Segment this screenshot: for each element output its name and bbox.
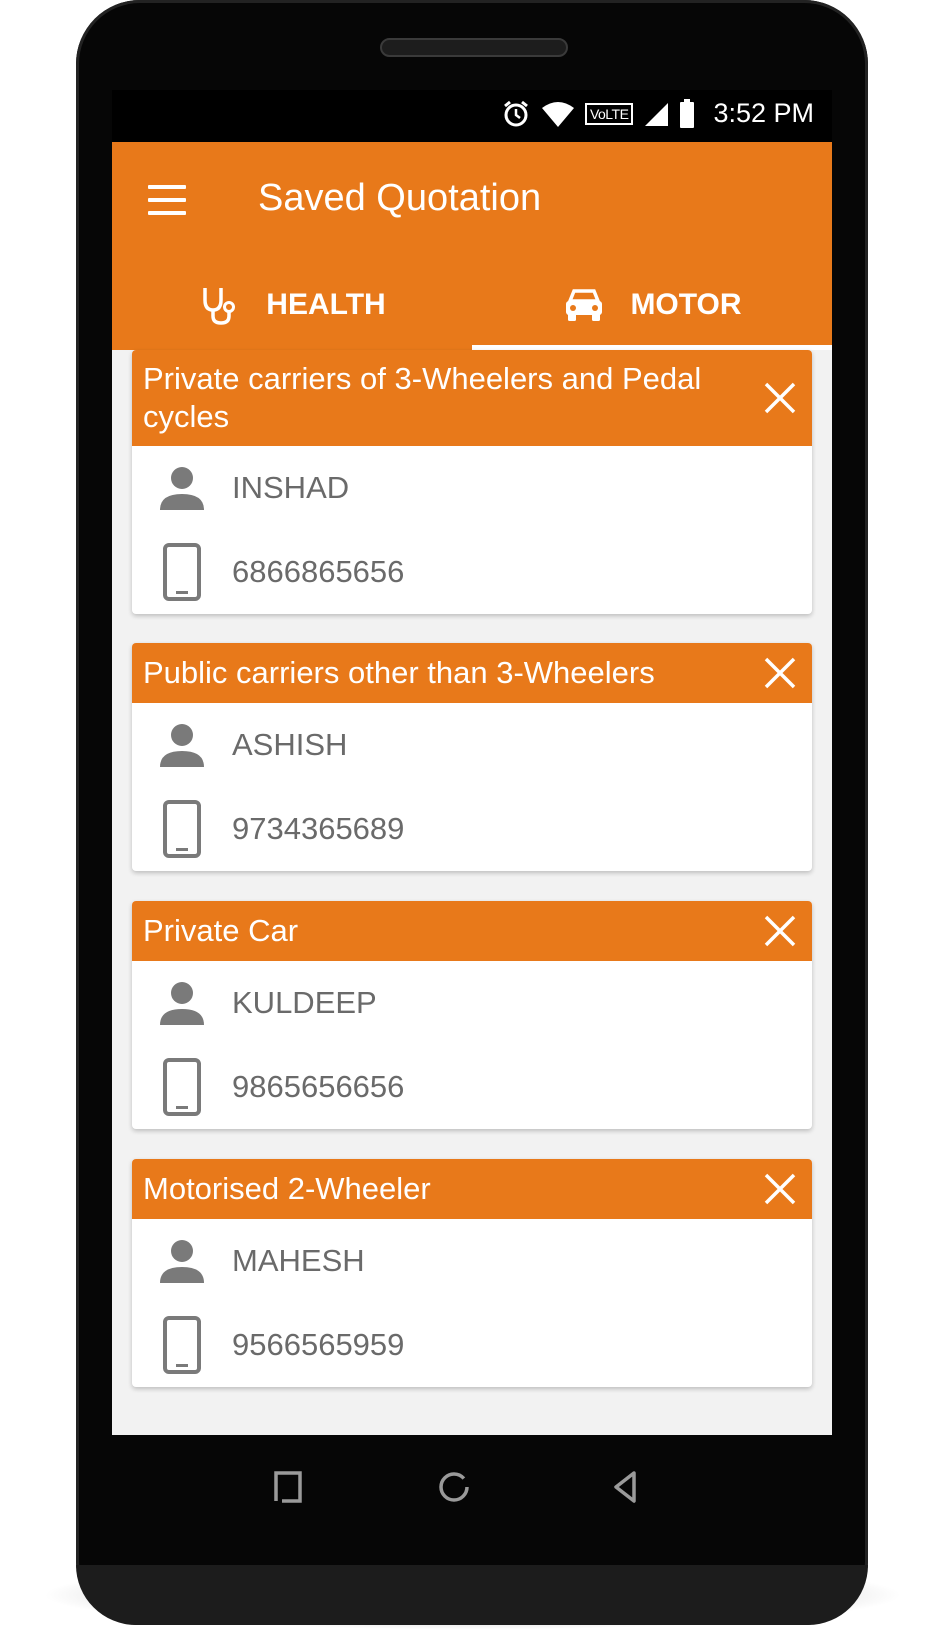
- tab-motor[interactable]: MOTOR: [472, 260, 832, 350]
- customer-name-row: MAHESH: [132, 1219, 812, 1303]
- recent-apps-icon[interactable]: [266, 1465, 310, 1509]
- back-icon[interactable]: [604, 1465, 648, 1509]
- customer-name: KULDEEP: [232, 985, 377, 1020]
- wifi-icon: [541, 101, 574, 127]
- mobile-phone-icon: [163, 800, 201, 858]
- customer-name: MAHESH: [232, 1243, 365, 1278]
- close-icon[interactable]: [762, 1171, 798, 1207]
- phone-chin: [76, 1565, 868, 1625]
- customer-name-row: INSHAD: [132, 446, 812, 530]
- person-icon: [160, 467, 204, 510]
- tab-health-label: HEALTH: [266, 288, 386, 321]
- customer-phone: 6866865656: [232, 554, 405, 589]
- quotation-card-header: Private carriers of 3-Wheelers and Pedal…: [132, 350, 812, 446]
- quotation-title: Motorised 2-Wheeler: [143, 1171, 431, 1206]
- stethoscope-icon: [198, 283, 242, 327]
- tab-bar: HEALTH MOTOR: [112, 260, 832, 350]
- mobile-phone-icon: [163, 543, 201, 601]
- status-bar: VoLTE 3:52 PM: [112, 90, 832, 142]
- quotation-card-header: Private Car: [132, 901, 812, 961]
- customer-phone-row: 9566565959: [132, 1303, 812, 1387]
- quotation-list[interactable]: Private carriers of 3-Wheelers and Pedal…: [112, 350, 832, 1435]
- person-icon: [160, 982, 204, 1025]
- quotation-title: Private Car: [143, 913, 299, 948]
- system-nav-bar: [112, 1435, 832, 1545]
- app-bar: Saved Quotation HEALTH MOTOR: [112, 142, 832, 350]
- cell-signal-icon: [645, 102, 669, 126]
- car-icon: [562, 283, 606, 327]
- customer-name: INSHAD: [232, 470, 350, 505]
- alarm-icon: [504, 100, 528, 126]
- tab-motor-label: MOTOR: [630, 288, 742, 321]
- battery-icon: [680, 98, 695, 128]
- menu-icon[interactable]: [148, 185, 186, 215]
- status-time: 3:52 PM: [713, 98, 814, 128]
- volte-badge: VoLTE: [584, 102, 634, 125]
- quotation-card[interactable]: Public carriers other than 3-Wheelers AS…: [132, 643, 812, 871]
- customer-phone-row: 9734365689: [132, 787, 812, 871]
- customer-phone: 9865656656: [232, 1069, 405, 1104]
- customer-name-row: KULDEEP: [132, 961, 812, 1045]
- mobile-phone-icon: [163, 1316, 201, 1374]
- customer-phone-row: 9865656656: [132, 1045, 812, 1129]
- quotation-card-header: Public carriers other than 3-Wheelers: [132, 643, 812, 703]
- home-icon[interactable]: [432, 1465, 476, 1509]
- customer-name: ASHISH: [232, 727, 348, 762]
- customer-name-row: ASHISH: [132, 703, 812, 787]
- quotation-title: Private carriers of 3-Wheelers and Pedal…: [143, 361, 702, 434]
- quotation-card[interactable]: Private carriers of 3-Wheelers and Pedal…: [132, 350, 812, 614]
- tab-health[interactable]: HEALTH: [112, 260, 472, 350]
- customer-phone: 9566565959: [232, 1327, 405, 1362]
- quotation-card-header: Motorised 2-Wheeler: [132, 1159, 812, 1219]
- person-icon: [160, 1240, 204, 1283]
- quotation-card[interactable]: Motorised 2-Wheeler MAHESH 9566565959: [132, 1159, 812, 1387]
- close-icon[interactable]: [762, 655, 798, 691]
- earpiece-speaker: [380, 38, 568, 57]
- close-icon[interactable]: [762, 380, 798, 416]
- customer-phone-row: 6866865656: [132, 530, 812, 614]
- close-icon[interactable]: [762, 913, 798, 949]
- quotation-title: Public carriers other than 3-Wheelers: [143, 655, 655, 690]
- customer-phone: 9734365689: [232, 811, 405, 846]
- page-title: Saved Quotation: [258, 177, 542, 219]
- mobile-phone-icon: [163, 1058, 201, 1116]
- person-icon: [160, 724, 204, 767]
- quotation-card[interactable]: Private Car KULDEEP 9865656656: [132, 901, 812, 1129]
